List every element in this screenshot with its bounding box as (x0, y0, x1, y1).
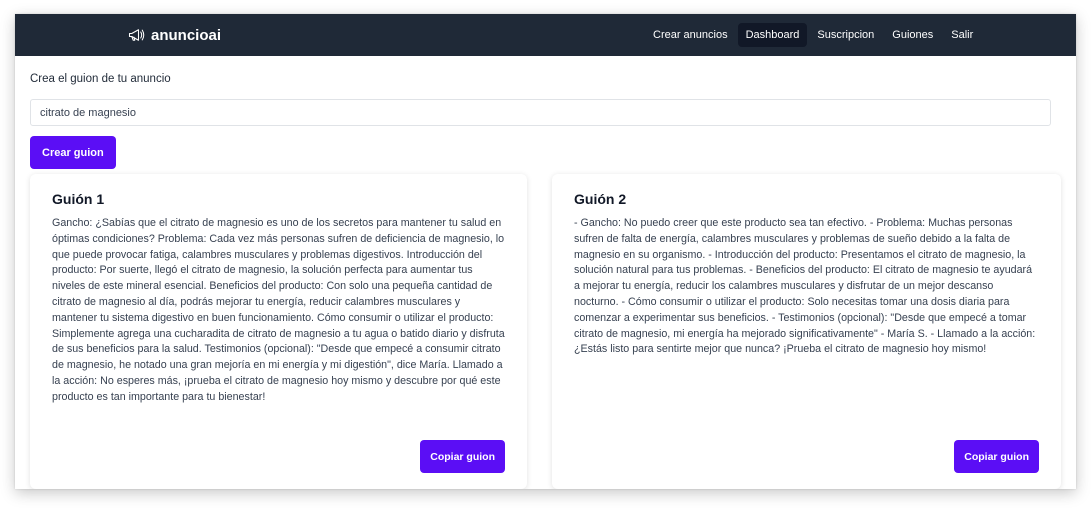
topic-input[interactable] (30, 99, 1051, 126)
brand-logo[interactable]: anuncioai (128, 14, 221, 56)
script-title-1: Guión 1 (52, 191, 105, 207)
form-label: Crea el guion de tu anuncio (30, 73, 171, 85)
nav-crear-anuncios[interactable]: Crear anuncios (645, 23, 736, 47)
main-nav: Crear anuncios Dashboard Suscripcion Gui… (645, 14, 981, 56)
create-script-button[interactable]: Crear guion (30, 136, 116, 169)
app-window: anuncioai Crear anuncios Dashboard Suscr… (15, 14, 1076, 489)
brand-name: anuncioai (151, 26, 222, 44)
megaphone-icon (128, 29, 145, 41)
nav-guiones[interactable]: Guiones (884, 23, 941, 47)
nav-dashboard[interactable]: Dashboard (737, 23, 808, 47)
main-content: Crea el guion de tu anuncio Crear guion (15, 56, 1076, 169)
script-card-2: Guión 2 - Gancho: No puedo creer que est… (552, 174, 1061, 489)
nav-suscripcion[interactable]: Suscripcion (809, 23, 882, 47)
copy-script-button-1[interactable]: Copiar guion (420, 440, 505, 473)
script-card-1: Guión 1 Gancho: ¿Sabías que el citrato d… (30, 174, 527, 489)
script-body-1: Gancho: ¿Sabías que el citrato de magnes… (52, 217, 505, 403)
nav-salir[interactable]: Salir (943, 23, 981, 47)
navbar: anuncioai Crear anuncios Dashboard Suscr… (15, 14, 1076, 56)
script-title-2: Guión 2 (574, 191, 627, 207)
copy-script-button-2[interactable]: Copiar guion (954, 440, 1039, 473)
script-body-2: - Gancho: No puedo creer que este produc… (574, 217, 1036, 356)
